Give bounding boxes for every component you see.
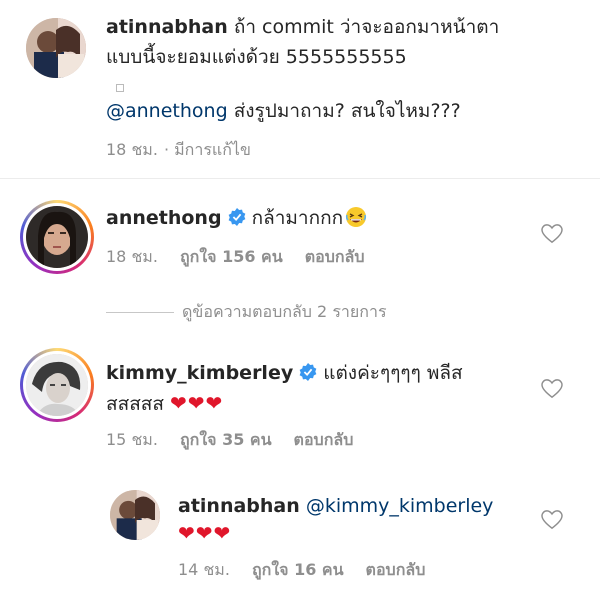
caption-line-1: atinnabhan ถ้า commit ว่าจะออกมาหน้าตา [106,14,499,40]
laughing-emoji-icon [346,207,367,227]
avatar-photo [26,18,86,78]
comment-username[interactable]: annethong [106,207,222,229]
like-heart-icon[interactable] [541,379,563,399]
like-heart-icon[interactable] [541,224,563,244]
caption-line-2: แบบนี้จะยอมแต่งด้วย 5555555555 [106,46,407,68]
reply-atinnabhan-line-2: ❤❤❤ [178,520,231,547]
comment-username[interactable]: atinnabhan [178,495,300,517]
avatar-atinnabhan-reply[interactable] [110,490,160,540]
caption-time: 18 ชม. [106,140,158,159]
comment-likes[interactable]: ถูกใจ 16 คน [252,560,344,579]
avatar-atinnabhan[interactable] [26,18,86,78]
view-replies-link[interactable]: ดูข้อความตอบกลับ 2 รายการ [182,300,387,325]
avatar-photo [26,206,88,268]
reply-button[interactable]: ตอบกลับ [305,247,365,266]
caption-text-3: ส่งรูปมาถาม? สนใจไหม??? [233,100,461,122]
comment-kimmy-line-1: kimmy_kimberley แต่งค่ะๆๆๆๆ พลีส [106,360,463,386]
caption-line-3: @annethong ส่งรูปมาถาม? สนใจไหม??? [106,98,461,124]
comment-kimmy-line-2: สสสสส ❤❤❤ [106,390,223,417]
avatar-annethong [26,206,88,268]
avatar-annethong-story-ring[interactable] [20,200,94,274]
caption-edited: · มีการแก้ไข [163,140,251,159]
comment-likes[interactable]: ถูกใจ 156 คน [180,247,283,266]
avatar-photo [26,354,88,416]
avatar-kimmy-kimberley [26,354,88,416]
broken-image-icon [116,84,124,92]
comment-meta: 18 ชม. ถูกใจ 156 คน ตอบกลับ [106,245,387,270]
comment-time: 14 ชม. [178,560,230,579]
avatar-kimmy-story-ring[interactable] [20,348,94,422]
comment-text: แต่งค่ะๆๆๆๆ พลีส [323,362,463,384]
verified-badge-icon [299,363,317,381]
avatar-photo [110,490,160,540]
comment-likes[interactable]: ถูกใจ 35 คน [180,430,272,449]
reply-button[interactable]: ตอบกลับ [366,560,426,579]
reply-button[interactable]: ตอบกลับ [294,430,354,449]
like-heart-icon[interactable] [541,510,563,530]
comment-meta: 15 ชม. ถูกใจ 35 คน ตอบกลับ [106,428,375,453]
caption-meta: 18 ชม. · มีการแก้ไข [106,138,273,163]
comment-annethong: annethong กล้ามากกก [106,205,367,231]
comment-time: 15 ชม. [106,430,158,449]
caption-text-1: ถ้า commit ว่าจะออกมาหน้าตา [233,16,500,38]
comment-time: 18 ชม. [106,247,158,266]
red-hearts-emoji: ❤❤❤ [178,521,232,545]
comment-text: กล้ามากกก [251,207,344,229]
comment-mention[interactable]: @kimmy_kimberley [306,495,494,517]
verified-badge-icon [228,208,245,226]
reply-atinnabhan-line-1: atinnabhan @kimmy_kimberley [178,493,493,519]
comment-text: สสสสส [106,393,164,415]
red-hearts-emoji: ❤❤❤ [170,391,224,415]
comment-meta: 14 ชม. ถูกใจ 16 คน ตอบกลับ [178,558,447,583]
caption-username[interactable]: atinnabhan [106,16,228,38]
section-divider [0,178,600,179]
comment-username[interactable]: kimmy_kimberley [106,362,293,384]
caption-mention[interactable]: @annethong [106,100,228,122]
view-replies-line [106,312,174,313]
